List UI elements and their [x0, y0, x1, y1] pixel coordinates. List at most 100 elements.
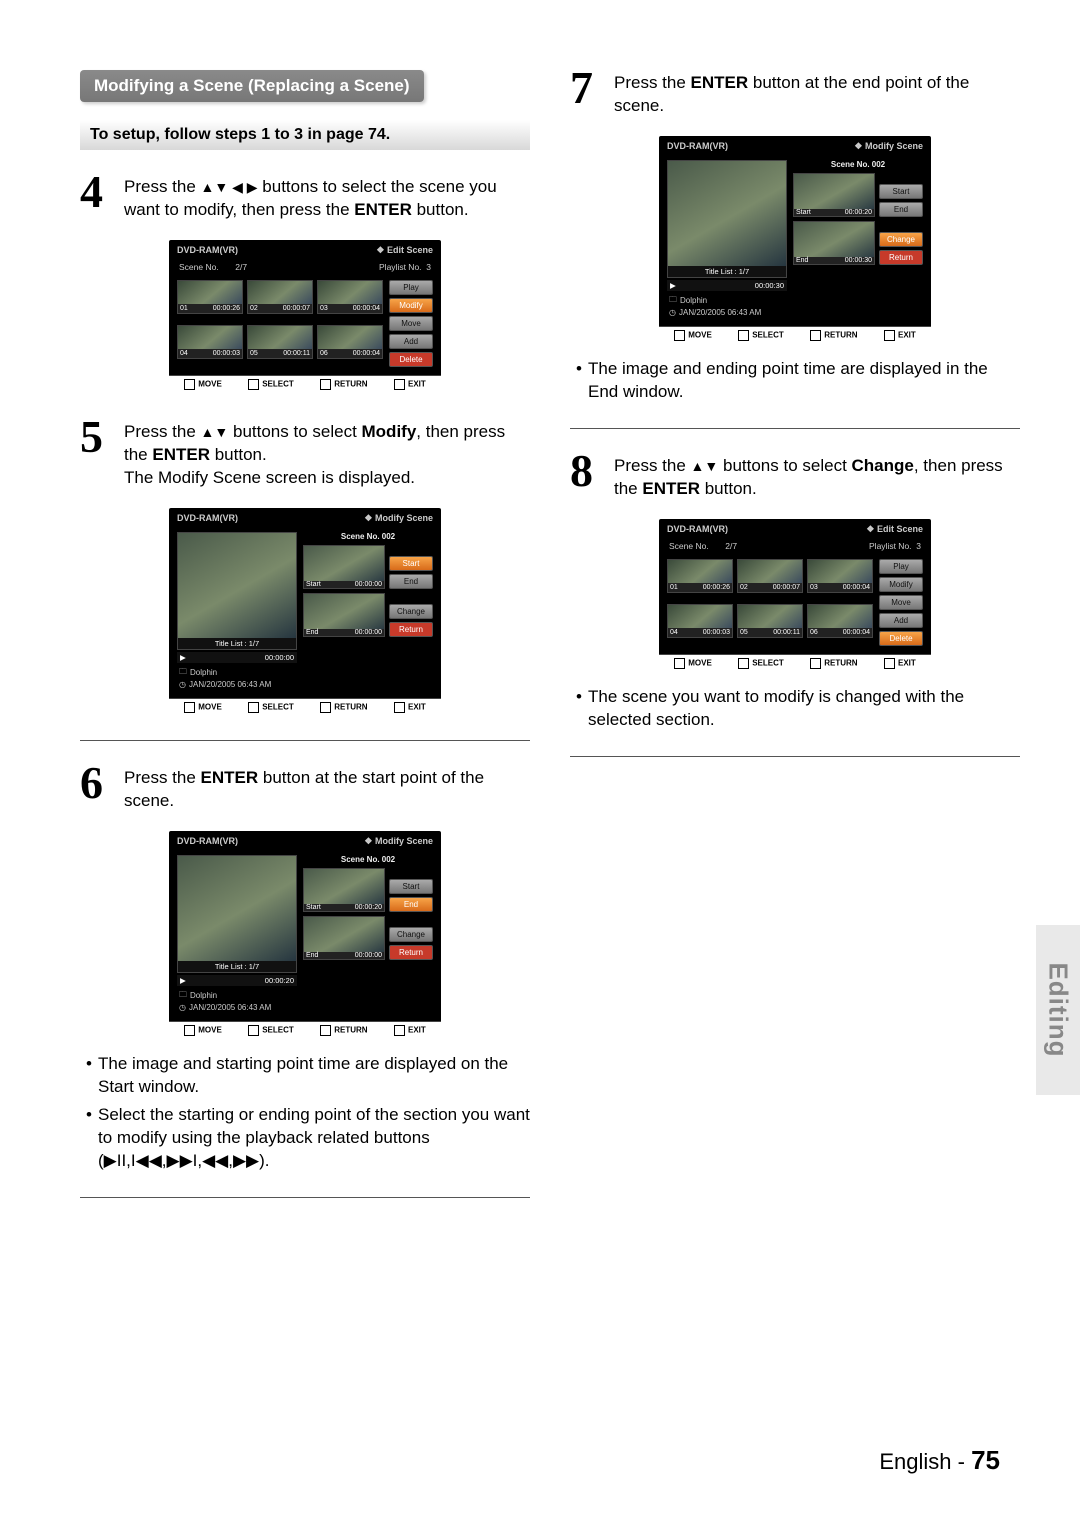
return-button[interactable]: Return [389, 622, 433, 637]
move-button[interactable]: Move [389, 316, 433, 331]
end-button[interactable]: End [879, 202, 923, 217]
thumb[interactable]: 0100:00:26 [667, 559, 733, 593]
start-button[interactable]: Start [389, 556, 433, 571]
start-button[interactable]: Start [879, 184, 923, 199]
value: 3 [426, 262, 431, 272]
screen-title: Modify Scene [854, 141, 923, 152]
title-list: Title List : 1/7 [668, 266, 786, 277]
scene-header: Scene No. 002 [303, 855, 433, 864]
step-8: 8 Press the ▲▼ buttons to select Change,… [570, 453, 1020, 501]
change-button[interactable]: Change [389, 927, 433, 942]
time: 00:00:04 [843, 583, 870, 592]
folder-icon: 🗀 [669, 294, 677, 308]
divider [80, 1197, 530, 1198]
play-button[interactable]: Play [389, 280, 433, 295]
play-icon: ▶ [180, 653, 186, 662]
legend-select: SELECT [738, 658, 784, 669]
date: JAN/20/2005 06:43 AM [679, 308, 761, 317]
keyword: ENTER [691, 73, 749, 92]
thumb[interactable]: 0500:00:11 [737, 604, 803, 638]
section-banner: Modifying a Scene (Replacing a Scene) [80, 70, 424, 102]
thumbnail-grid: 0100:00:26 0200:00:07 0300:00:04 0400:00… [177, 280, 383, 367]
title-list: Title List : 1/7 [178, 961, 296, 972]
thumb[interactable]: 0200:00:07 [247, 280, 313, 314]
thumb[interactable]: 0300:00:04 [317, 280, 383, 314]
return-button[interactable]: Return [879, 250, 923, 265]
step6-notes: The image and starting point time are di… [86, 1053, 530, 1174]
legend-exit: EXIT [884, 330, 916, 341]
lbl: Start [306, 581, 321, 588]
time: 00:00:20 [845, 209, 872, 216]
move-button[interactable]: Move [879, 595, 923, 610]
scene-header: Scene No. 002 [303, 532, 433, 541]
note: The scene you want to modify is changed … [576, 686, 1020, 732]
idx: 01 [180, 304, 188, 313]
delete-button[interactable]: Delete [879, 631, 923, 646]
preview: Title List : 1/7 [177, 532, 297, 650]
legend-bar: MOVESELECTRETURNEXIT [659, 654, 931, 672]
title-list: Title List : 1/7 [178, 638, 296, 649]
legend-select: SELECT [248, 702, 294, 713]
thumb[interactable]: 03 00:00:04 [807, 559, 873, 593]
language: English - [879, 1449, 965, 1474]
modify-button[interactable]: Modify [879, 577, 923, 592]
end-button[interactable]: End [389, 574, 433, 589]
time: 00:00:11 [283, 349, 310, 358]
return-button[interactable]: Return [389, 945, 433, 960]
screenshot-modify-endpoint: DVD-RAM(VR)Modify Scene Title List : 1/7… [659, 136, 931, 344]
text: Press the [124, 177, 201, 196]
preview: Title List : 1/7 [667, 160, 787, 278]
label: Scene No. [179, 262, 219, 272]
thumb[interactable]: 0200:00:07 [737, 559, 803, 593]
idx: 06 [810, 628, 818, 637]
modify-button[interactable]: Modify [389, 298, 433, 313]
start-thumb: Start00:00:20 [303, 868, 385, 912]
add-button[interactable]: Add [389, 334, 433, 349]
play-time: 00:00:30 [755, 281, 784, 290]
step-4: 4 Press the ▲▼ ◀ ▶ buttons to select the… [80, 174, 530, 222]
time: 00:00:11 [773, 628, 800, 637]
text: button. [210, 445, 267, 464]
value: 2/7 [725, 541, 737, 551]
thumb[interactable]: 0400:00:03 [177, 325, 243, 359]
lbl: End [306, 952, 318, 959]
note: The image and ending point time are disp… [576, 358, 1020, 404]
time: 00:00:04 [353, 349, 380, 358]
step-text: Press the ▲▼ buttons to select Modify, t… [124, 419, 530, 490]
disc-label: DVD-RAM(VR) [177, 513, 238, 524]
step-text: Press the ▲▼ buttons to select Change, t… [614, 453, 1020, 501]
screenshot-edit-scene: DVD-RAM(VR)Edit Scene Scene No. 2/7Playl… [169, 240, 441, 393]
preview: Title List : 1/7 [177, 855, 297, 973]
thumb[interactable]: 0100:00:26 [177, 280, 243, 314]
thumb[interactable]: 0500:00:11 [247, 325, 313, 359]
step8-notes: The scene you want to modify is changed … [576, 686, 1020, 732]
clock-icon: ◷ [179, 1003, 186, 1012]
step7-notes: The image and ending point time are disp… [576, 358, 1020, 404]
thumb[interactable]: 0400:00:03 [667, 604, 733, 638]
time: 00:00:30 [845, 257, 872, 264]
label: Playlist No. [379, 262, 422, 272]
text: buttons to select [718, 456, 851, 475]
end-thumb: End00:00:00 [303, 916, 385, 960]
change-button[interactable]: Change [389, 604, 433, 619]
thumb[interactable]: 0600:00:04 [317, 325, 383, 359]
play-button[interactable]: Play [879, 559, 923, 574]
end-thumb: End00:00:30 [793, 221, 875, 265]
legend-return: RETURN [320, 1025, 367, 1036]
delete-button[interactable]: Delete [389, 352, 433, 367]
idx: 03 [810, 583, 818, 592]
text: buttons to select [228, 422, 361, 441]
folder-icon: 🗀 [179, 666, 187, 680]
right-column: 7 Press the ENTER button at the end poin… [570, 70, 1020, 1222]
legend-return: RETURN [810, 330, 857, 341]
play-time: 00:00:20 [265, 976, 294, 985]
play-icon: ▶ [670, 281, 676, 290]
change-button[interactable]: Change [879, 232, 923, 247]
time: 00:00:00 [355, 629, 382, 636]
thumb[interactable]: 0600:00:04 [807, 604, 873, 638]
start-button[interactable]: Start [389, 879, 433, 894]
idx: 01 [670, 583, 678, 592]
note: The image and starting point time are di… [86, 1053, 530, 1099]
add-button[interactable]: Add [879, 613, 923, 628]
end-button[interactable]: End [389, 897, 433, 912]
